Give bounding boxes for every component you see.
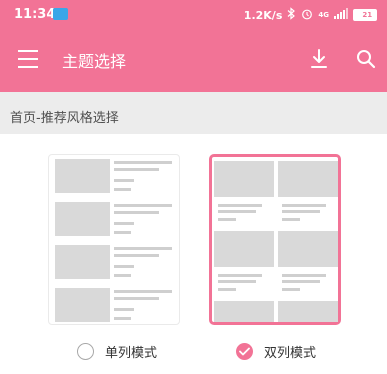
menu-icon[interactable] [18,50,38,68]
battery-text: 21 [362,11,373,19]
preview-tile [278,301,338,322]
single-column-preview-card[interactable] [48,154,180,325]
preview-row [55,202,173,238]
section-header: 首页-推荐风格选择 [0,92,387,134]
preview-thumbnail [55,288,110,322]
download-icon[interactable] [309,48,329,70]
search-icon[interactable] [356,48,376,70]
preview-tile [278,231,338,297]
status-right: 1.2K/s 4G 21 [244,7,377,23]
app-bar: 11:34 1.2K/s 4G 21 主题选择 [0,0,387,92]
signal-icon [334,8,348,22]
toolbar: 主题选择 [0,40,387,80]
status-bar: 11:34 1.2K/s 4G 21 [0,0,387,30]
bluetooth-icon [287,7,296,23]
preview-tile [214,231,274,297]
double-column-preview-card[interactable] [209,154,341,325]
preview-row [55,245,173,281]
preview-tile [214,161,274,227]
alarm-icon [301,8,313,23]
status-time: 11:34 [14,7,56,22]
net-speed: 1.2K/s [243,8,283,22]
preview-row [55,288,173,324]
notification-app-icon [53,8,68,20]
preview-tile [278,161,338,227]
radio-double-column[interactable] [236,342,253,360]
page-title: 主题选择 [62,52,127,71]
preview-thumbnail [55,159,110,193]
option-label: 双列模式 [264,345,317,361]
option-label: 单列模式 [105,345,158,361]
option-single-column[interactable]: 单列模式 [77,340,157,362]
option-double-column[interactable]: 双列模式 [236,340,316,362]
preview-thumbnail [55,245,110,279]
preview-thumbnail [55,202,110,236]
network-type: 4G [318,11,329,19]
checkmark-icon [239,347,250,355]
preview-row [55,159,173,195]
section-label: 首页-推荐风格选择 [10,111,119,126]
preview-tile [214,301,274,322]
battery-icon: 21 [353,9,377,21]
radio-single-column[interactable] [77,342,94,360]
